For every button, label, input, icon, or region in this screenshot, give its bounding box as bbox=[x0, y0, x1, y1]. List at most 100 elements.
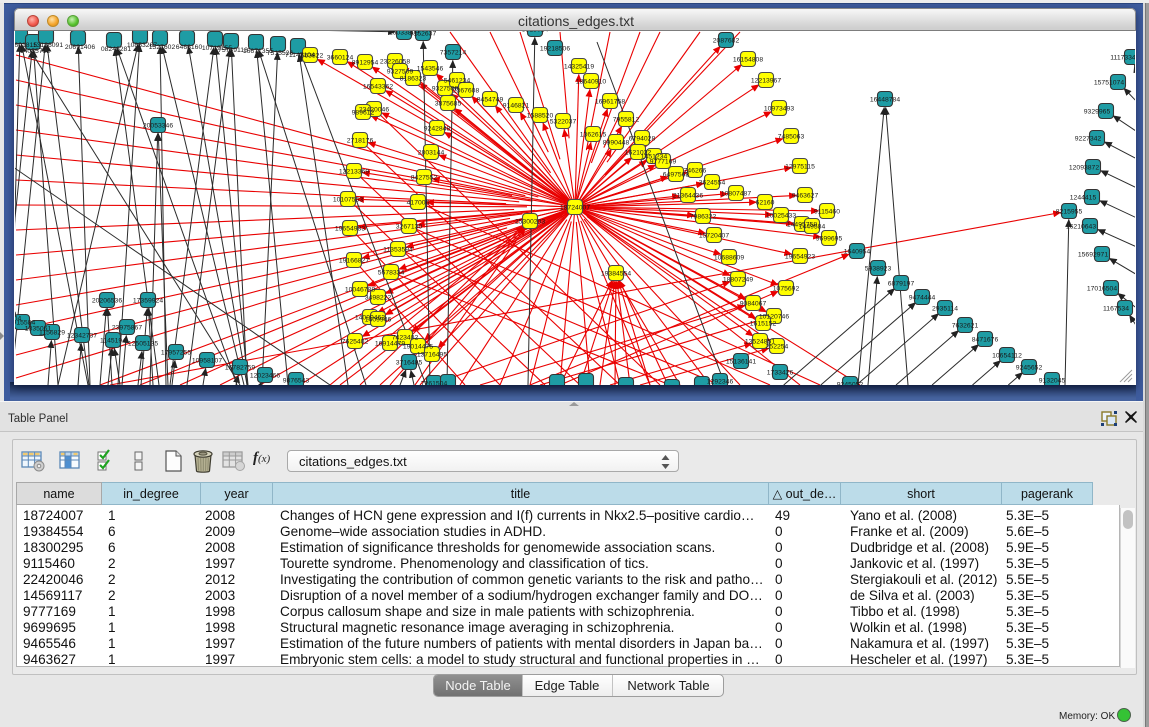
svg-text:16543362: 16543362 bbox=[363, 83, 393, 90]
svg-text:1145194: 1145194 bbox=[100, 337, 126, 344]
svg-text:1167534: 1167534 bbox=[1103, 305, 1129, 312]
svg-text:5938923: 5938923 bbox=[865, 265, 892, 272]
svg-text:18807249: 18807249 bbox=[723, 276, 753, 283]
svg-text:3716485: 3716485 bbox=[396, 359, 423, 366]
svg-text:7632621: 7632621 bbox=[952, 322, 979, 329]
svg-text:7625402: 7625402 bbox=[342, 338, 369, 345]
svg-text:17016504: 17016504 bbox=[1087, 285, 1117, 292]
svg-text:2087682: 2087682 bbox=[713, 37, 740, 44]
svg-text:6466160: 6466160 bbox=[176, 44, 203, 51]
svg-text:8427552: 8427552 bbox=[411, 174, 438, 181]
svg-text:5461234: 5461234 bbox=[444, 77, 471, 84]
svg-text:11353594: 11353594 bbox=[383, 246, 413, 253]
svg-text:8471676: 8471676 bbox=[972, 336, 999, 343]
svg-text:10107553: 10107553 bbox=[333, 196, 363, 203]
svg-text:19218506: 19218506 bbox=[540, 45, 570, 52]
svg-text:1733426: 1733426 bbox=[767, 369, 794, 376]
svg-text:9327509: 9327509 bbox=[387, 68, 414, 75]
svg-text:9777169: 9777169 bbox=[650, 158, 677, 165]
svg-text:16154808: 16154808 bbox=[733, 56, 763, 63]
svg-text:16961758: 16961758 bbox=[595, 98, 625, 105]
svg-text:1409946: 1409946 bbox=[365, 316, 392, 323]
svg-text:12213967: 12213967 bbox=[751, 77, 781, 84]
svg-text:14325419: 14325419 bbox=[564, 63, 594, 70]
svg-text:5322037: 5322037 bbox=[550, 118, 577, 125]
svg-text:3498222: 3498222 bbox=[365, 294, 392, 301]
svg-text:7485063: 7485063 bbox=[778, 133, 805, 140]
svg-text:18640910: 18640910 bbox=[576, 78, 606, 85]
svg-text:7423402: 7423402 bbox=[392, 334, 419, 341]
svg-text:15692971: 15692971 bbox=[1078, 251, 1108, 258]
svg-text:14055712: 14055712 bbox=[20, 48, 50, 55]
svg-text:1362615: 1362615 bbox=[580, 131, 607, 138]
svg-text:746266: 746266 bbox=[684, 167, 707, 174]
svg-text:10688609: 10688609 bbox=[714, 254, 744, 261]
svg-text:19384554: 19384554 bbox=[601, 270, 631, 277]
svg-text:12975115: 12975115 bbox=[785, 163, 815, 170]
svg-text:1615152: 1615152 bbox=[750, 320, 777, 327]
svg-text:1543546: 1543546 bbox=[417, 65, 444, 72]
svg-text:10046788: 10046788 bbox=[345, 286, 375, 293]
svg-text:9463627: 9463627 bbox=[792, 192, 819, 199]
svg-text:8912954: 8912954 bbox=[352, 59, 379, 66]
svg-text:1156829: 1156829 bbox=[39, 329, 65, 336]
svg-text:21364436: 21364436 bbox=[673, 192, 703, 199]
svg-text:19014475: 19014475 bbox=[403, 343, 433, 350]
svg-text:3660124: 3660124 bbox=[327, 54, 354, 61]
svg-text:9329965: 9329965 bbox=[1084, 108, 1111, 115]
svg-text:12093872: 12093872 bbox=[1069, 164, 1099, 171]
svg-text:20053346: 20053346 bbox=[143, 122, 173, 129]
svg-text:10807487: 10807487 bbox=[721, 190, 751, 197]
svg-text:3624554: 3624554 bbox=[699, 179, 726, 186]
svg-text:2367608: 2367608 bbox=[453, 87, 480, 94]
svg-text:13186091: 13186091 bbox=[33, 42, 63, 49]
svg-text:1640954: 1640954 bbox=[844, 248, 871, 255]
svg-text:9245652: 9245652 bbox=[1016, 364, 1043, 371]
svg-text:12342737: 12342737 bbox=[67, 332, 97, 339]
svg-text:6879197: 6879197 bbox=[888, 280, 915, 287]
svg-text:1117334: 1117334 bbox=[1110, 54, 1135, 61]
svg-text:5678334: 5678334 bbox=[378, 269, 405, 276]
svg-text:23226058: 23226058 bbox=[380, 58, 410, 65]
svg-text:2803144: 2803144 bbox=[418, 149, 445, 156]
svg-text:8215955: 8215955 bbox=[1056, 208, 1083, 215]
svg-text:15751074: 15751074 bbox=[1094, 79, 1124, 86]
svg-text:9245052: 9245052 bbox=[837, 381, 864, 385]
svg-text:16782759: 16782759 bbox=[225, 364, 255, 371]
svg-text:9132045: 9132045 bbox=[1039, 377, 1066, 384]
svg-text:19654983: 19654983 bbox=[335, 225, 365, 232]
svg-text:9242848: 9242848 bbox=[424, 125, 451, 132]
svg-text:9146821: 9146821 bbox=[503, 102, 530, 109]
svg-text:1527602: 1527602 bbox=[149, 44, 176, 51]
svg-text:8454749: 8454749 bbox=[477, 96, 504, 103]
svg-text:19166827: 19166827 bbox=[339, 257, 369, 264]
svg-text:7986322: 7986322 bbox=[690, 213, 717, 220]
svg-text:9699695: 9699695 bbox=[816, 235, 843, 242]
svg-text:1292346: 1292346 bbox=[707, 378, 734, 385]
svg-text:9115460: 9115460 bbox=[814, 208, 840, 215]
svg-text:12213369: 12213369 bbox=[339, 168, 369, 175]
svg-text:17957255: 17957255 bbox=[161, 349, 191, 356]
svg-text:13716495: 13716495 bbox=[417, 351, 447, 358]
svg-text:2935114: 2935114 bbox=[932, 305, 958, 312]
svg-text:15136141: 15136141 bbox=[726, 358, 756, 365]
svg-text:3267130: 3267130 bbox=[396, 223, 423, 230]
svg-text:252254: 252254 bbox=[766, 343, 789, 350]
svg-text:9474444: 9474444 bbox=[909, 294, 936, 301]
svg-text:7663822: 7663822 bbox=[297, 52, 324, 59]
svg-text:8186323: 8186323 bbox=[400, 75, 427, 82]
svg-text:20691406: 20691406 bbox=[65, 44, 95, 51]
svg-text:7357214: 7357214 bbox=[440, 49, 467, 56]
svg-text:2718176: 2718176 bbox=[347, 137, 374, 144]
svg-text:12505135: 12505135 bbox=[128, 340, 158, 347]
svg-text:1449584: 1449584 bbox=[799, 223, 826, 230]
svg-text:19654923: 19654923 bbox=[785, 253, 815, 260]
svg-text:10958107: 10958107 bbox=[192, 357, 222, 364]
svg-text:10025433: 10025433 bbox=[766, 212, 796, 219]
svg-text:7261504: 7261504 bbox=[421, 380, 448, 385]
svg-text:8990448: 8990448 bbox=[603, 139, 630, 146]
svg-text:1075692: 1075692 bbox=[773, 285, 800, 292]
svg-text:1244415: 1244415 bbox=[1070, 194, 1097, 201]
svg-text:12023466: 12023466 bbox=[250, 372, 280, 379]
svg-text:23975867: 23975867 bbox=[112, 324, 142, 331]
